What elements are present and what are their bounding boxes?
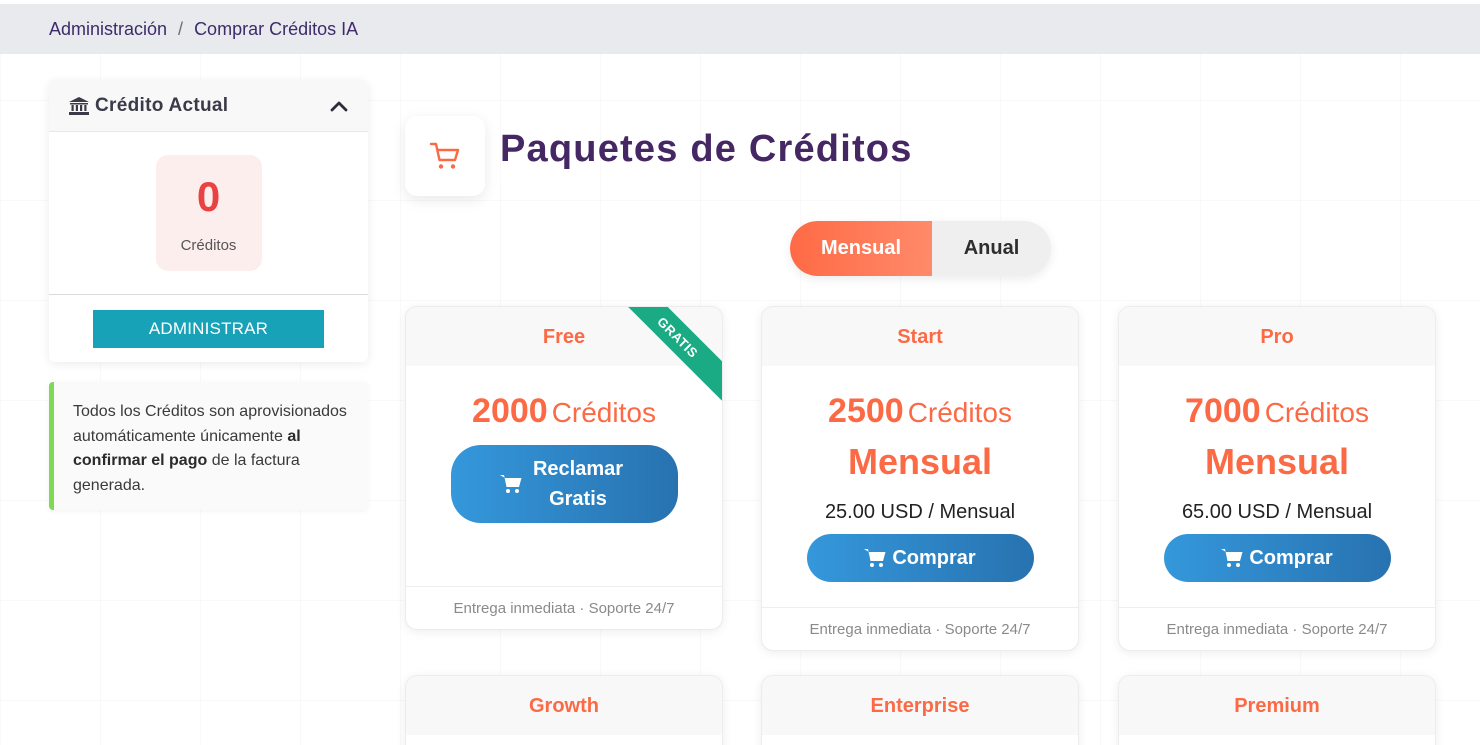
plan-price: 25.00 USD / Mensual [824,501,1016,523]
info-note: Todos los Créditos son aprovisionados au… [49,382,368,510]
plan-name: Start [762,307,1078,366]
plan-credits-amount: 2000 [472,392,548,430]
buy-button-start[interactable]: Comprar [806,534,1034,582]
claim-free-button[interactable]: Reclamar Gratis [450,445,678,523]
plan-price: 65.00 USD / Mensual [1181,501,1373,523]
credit-card-body: 0 Créditos [49,132,368,295]
cart-tile [405,116,485,196]
breadcrumb-separator: / [178,18,184,39]
plan-name: Premium [1119,676,1435,735]
plan-credits-amount: 2500 [828,392,904,430]
cart-icon [429,142,460,169]
plan-card-free: Free GRATIS 2000 Créditos Reclamar Gratis… [405,306,723,630]
buy-btn-label: Comprar [1249,546,1333,569]
claim-btn-row: Reclamar Gratis [500,454,628,514]
plan-card-enterprise: Enterprise [761,675,1079,745]
bank-icon [69,96,89,115]
plan-credits-amount: 7000 [1185,392,1261,430]
plan-name: Pro [1119,307,1435,366]
breadcrumb-item-admin[interactable]: Administración [49,19,167,40]
plan-credits-unit: Créditos [551,397,656,428]
credit-card-title-text: Crédito Actual [95,94,229,116]
plan-credits: 7000 Créditos [1119,392,1435,431]
plan-credits: 2000 Créditos [406,392,722,431]
credit-value: 0 [196,173,221,220]
buy-button-pro[interactable]: Comprar [1163,534,1391,582]
credit-card-title: Crédito Actual [69,95,228,117]
plan-card-start: Start 2500 Créditos Mensual 25.00 USD / M… [761,306,1079,651]
credit-card-header[interactable]: Crédito Actual [49,80,368,132]
plan-card-premium: Premium [1118,675,1436,745]
page-title: Paquetes de Créditos [500,128,913,170]
plan-credits-unit: Créditos [907,397,1012,428]
credit-card: Crédito Actual 0 Créditos ADMINISTRAR [49,80,368,362]
plan-period: Mensual [847,441,993,482]
admin-button[interactable]: ADMINISTRAR [93,310,324,348]
cart-icon [500,475,522,493]
plan-name: Enterprise [762,676,1078,735]
cart-icon [1221,549,1243,567]
plan-credits: 2500 Créditos [762,392,1078,431]
chevron-up-icon[interactable] [330,100,348,112]
plan-period: Mensual [1204,441,1350,482]
toggle-mensual[interactable]: Mensual [790,221,932,276]
billing-toggle: Mensual Anual [790,221,1051,276]
info-text-pre: Todos los Créditos son aprovisionados au… [73,403,347,445]
credit-balance-box: 0 Créditos [155,155,262,271]
credit-label: Créditos [180,237,237,254]
breadcrumb-item-current: Comprar Créditos IA [194,18,359,39]
plan-name: Growth [406,676,722,735]
plan-card-pro: Pro 7000 Créditos Mensual 65.00 USD / Men… [1118,306,1436,651]
cart-icon [864,549,886,567]
plan-footer: Entrega inmediata · Soporte 24/7 [762,607,1078,650]
toggle-anual[interactable]: Anual [932,221,1051,276]
plan-credits-unit: Créditos [1264,397,1369,428]
breadcrumb: Administración / Comprar Créditos IA [0,4,1480,54]
plan-card-growth: Growth [405,675,723,745]
plan-footer: Entrega inmediata · Soporte 24/7 [406,586,722,629]
claim-btn-label: Reclamar Gratis [532,458,624,510]
buy-btn-label: Comprar [892,546,976,569]
plan-footer: Entrega inmediata · Soporte 24/7 [1119,607,1435,650]
